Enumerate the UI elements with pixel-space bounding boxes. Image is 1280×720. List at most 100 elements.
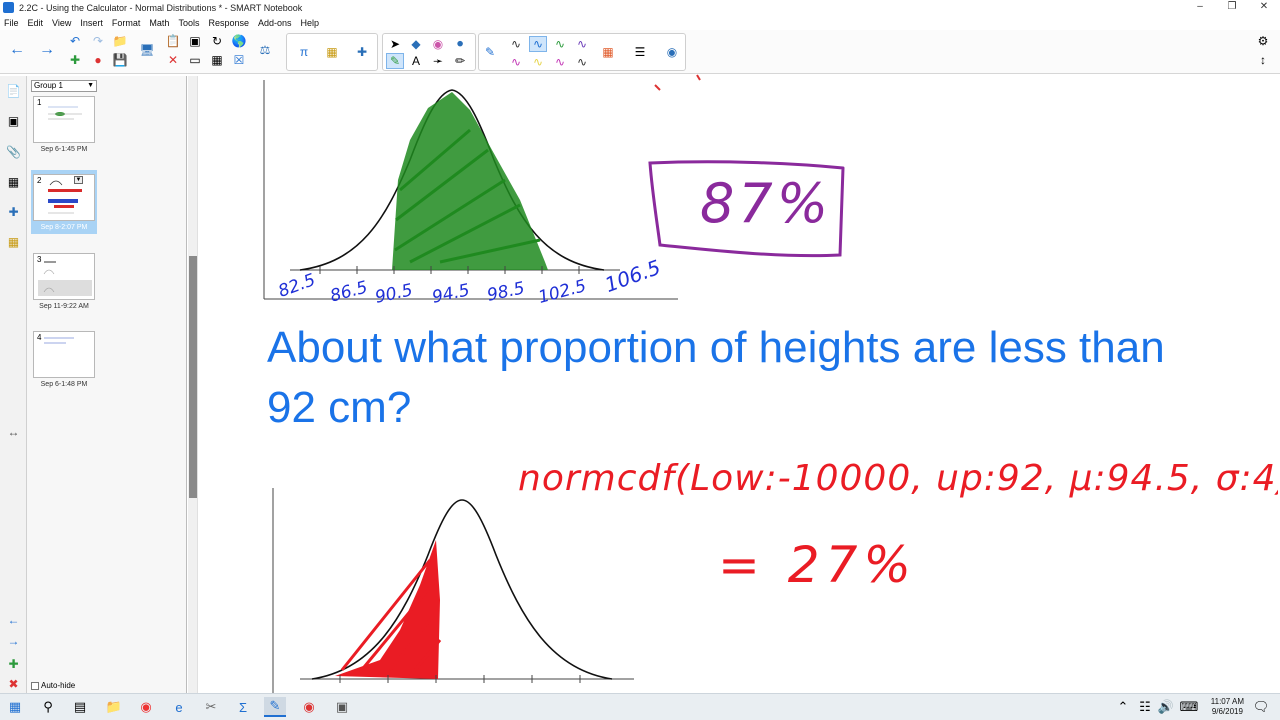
- scrollbar-thumb[interactable]: [189, 256, 197, 498]
- sigma-app-icon[interactable]: Σ: [232, 697, 254, 717]
- settings-icon[interactable]: ⚙: [1254, 33, 1272, 49]
- delete-icon[interactable]: ✕: [164, 52, 182, 68]
- task-view-icon[interactable]: ▤: [69, 697, 91, 717]
- ink-result[interactable]: = 27%: [718, 536, 917, 594]
- undo-icon[interactable]: ↶: [66, 33, 84, 49]
- add-page-icon[interactable]: ✚: [66, 52, 84, 68]
- close-icon[interactable]: ✕: [1248, 0, 1280, 15]
- full-screen-icon[interactable]: ☒: [230, 52, 248, 68]
- text-icon[interactable]: A: [407, 53, 425, 69]
- fill-icon[interactable]: ⚫: [451, 36, 469, 52]
- pen-style-dashed-icon[interactable]: ∿: [551, 54, 569, 70]
- open-folder-icon[interactable]: 📁: [111, 33, 129, 49]
- file-explorer-icon[interactable]: 📁: [103, 697, 125, 717]
- rotate-icon[interactable]: ↻: [208, 33, 226, 49]
- minimize-icon[interactable]: –: [1184, 0, 1216, 15]
- page-time: Sep 6-1:45 PM: [40, 146, 88, 153]
- dock-icon[interactable]: ⚖: [256, 42, 274, 58]
- notifications-icon[interactable]: 🗨: [1250, 697, 1272, 717]
- paste-icon[interactable]: 📋: [164, 33, 182, 49]
- app-icon[interactable]: ▣: [331, 697, 353, 717]
- recorder-icon[interactable]: ◉: [298, 697, 320, 717]
- delete-page-icon[interactable]: ●: [89, 52, 107, 68]
- autohide-toggle[interactable]: Auto-hide: [31, 681, 75, 690]
- snipping-tool-icon[interactable]: ✂: [200, 697, 222, 717]
- pen-style-purple-icon[interactable]: ∿: [573, 36, 591, 52]
- previous-page-icon[interactable]: ←: [8, 42, 26, 58]
- line-icon[interactable]: ➛: [429, 53, 447, 69]
- menu-bar: File Edit View Insert Format Math Tools …: [0, 15, 1280, 30]
- side-tabs: 📄 ▣ 📎 ▦ ✚ ▦ ↔ ← → ✚ ✖: [0, 76, 27, 693]
- menu-help[interactable]: Help: [301, 18, 320, 28]
- menu-format[interactable]: Format: [112, 18, 141, 28]
- ink-answer-87[interactable]: 87%: [700, 172, 832, 235]
- autohide-checkbox[interactable]: [31, 681, 39, 690]
- gallery-icon[interactable]: 🌎: [230, 33, 248, 49]
- menu-addons[interactable]: Add-ons: [258, 18, 292, 28]
- table-icon[interactable]: ▦: [208, 52, 226, 68]
- activity-icon[interactable]: ▦: [323, 44, 341, 60]
- internet-explorer-icon[interactable]: e: [168, 697, 190, 717]
- pen-style-dotted-icon[interactable]: ∿: [573, 54, 591, 70]
- redo-icon[interactable]: ↷: [89, 33, 107, 49]
- next-page-icon[interactable]: →: [38, 42, 56, 58]
- menu-tools[interactable]: Tools: [178, 18, 199, 28]
- clock[interactable]: 11:07 AM 9/6/2019: [1211, 697, 1244, 717]
- select-icon[interactable]: ➤: [386, 36, 404, 52]
- pen-style-yellow-icon[interactable]: ∿: [529, 54, 547, 70]
- vertical-scrollbar[interactable]: [188, 76, 198, 693]
- keyboard-icon[interactable]: ⌨: [1178, 697, 1200, 717]
- shapes-icon[interactable]: ◆: [407, 36, 425, 52]
- eraser-icon[interactable]: ◉: [429, 36, 447, 52]
- menu-edit[interactable]: Edit: [28, 18, 44, 28]
- line-style-icon[interactable]: ☰: [631, 44, 649, 60]
- search-icon[interactable]: ⚲: [37, 697, 59, 717]
- sorter-add-icon[interactable]: ✚: [4, 654, 23, 673]
- sorter-prev-icon[interactable]: ←: [4, 610, 23, 629]
- display-icon[interactable]: 🖥: [138, 42, 156, 58]
- color-palette-icon[interactable]: ▦: [599, 44, 617, 60]
- pen-type-icon[interactable]: ✎: [481, 44, 499, 60]
- pen-style-magenta-icon[interactable]: ∿: [507, 54, 525, 70]
- group-dropdown[interactable]: Group 1 ▼: [31, 80, 97, 92]
- pen-style-blue-icon[interactable]: ∿: [529, 36, 547, 52]
- taskbar: ▦ ⚲ ▤ 📁 ◉ e ✂ Σ ✎ ◉ ▣ ⌃ ☷ 🔊 ⌨ 11:07 AM 9…: [0, 693, 1280, 720]
- question-text[interactable]: About what proportion of heights are les…: [267, 318, 1187, 438]
- pen-style-green-icon[interactable]: ∿: [551, 36, 569, 52]
- volume-icon[interactable]: 🔊: [1155, 697, 1177, 717]
- math-icon[interactable]: π: [295, 44, 313, 60]
- toolbar-move-icon[interactable]: ↕: [1254, 52, 1272, 68]
- magic-pen-icon[interactable]: ✏: [451, 53, 469, 69]
- smart-notebook-taskbar-icon[interactable]: ✎: [264, 697, 286, 717]
- menu-view[interactable]: View: [52, 18, 71, 28]
- sorter-delete-icon[interactable]: ✖: [4, 674, 23, 693]
- addon-puzzle-icon[interactable]: ✚: [353, 44, 371, 60]
- chrome-icon[interactable]: ◉: [135, 697, 157, 717]
- menu-insert[interactable]: Insert: [80, 18, 103, 28]
- menu-response[interactable]: Response: [208, 18, 249, 28]
- pen-icon[interactable]: ✎: [386, 53, 404, 69]
- addons-tab-icon[interactable]: ✚: [4, 202, 23, 221]
- page-time: Sep 8-2:07 PM: [40, 224, 88, 231]
- restore-icon[interactable]: ❐: [1216, 0, 1248, 15]
- attachments-icon[interactable]: 📎: [4, 142, 23, 161]
- sorter-next-icon[interactable]: →: [4, 631, 23, 650]
- resize-panel-icon[interactable]: ↔: [4, 422, 23, 441]
- properties-tab-icon[interactable]: ▦: [4, 172, 23, 191]
- lesson-activity-tab-icon[interactable]: ▦: [4, 232, 23, 251]
- network-icon[interactable]: ☷: [1134, 697, 1156, 717]
- tray-overflow-icon[interactable]: ⌃: [1112, 697, 1134, 717]
- thumbnail-frame: 2 ▼: [33, 174, 95, 221]
- screen-shade-icon[interactable]: ▭: [186, 52, 204, 68]
- menu-file[interactable]: File: [4, 18, 19, 28]
- screen-capture-icon[interactable]: ▣: [186, 33, 204, 49]
- menu-math[interactable]: Math: [149, 18, 169, 28]
- ink-formula[interactable]: normcdf(Low:-10000, up:92, μ:94.5, σ:4): [518, 458, 1278, 499]
- properties-icon[interactable]: ◉: [663, 44, 681, 60]
- windows-start-icon[interactable]: ▦: [4, 697, 26, 717]
- window-controls: – ❐ ✕: [1184, 0, 1280, 15]
- save-icon[interactable]: 💾: [111, 52, 129, 68]
- gallery-tab-icon[interactable]: ▣: [4, 111, 23, 130]
- page-sorter-icon[interactable]: 📄: [4, 81, 23, 100]
- pen-style-black-icon[interactable]: ∿: [507, 36, 525, 52]
